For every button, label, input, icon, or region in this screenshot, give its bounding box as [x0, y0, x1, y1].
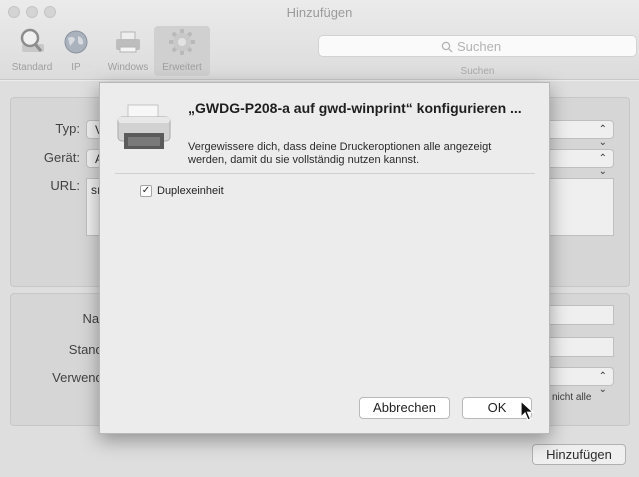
gear-icon — [169, 29, 195, 55]
duplex-checkbox[interactable]: ✓ — [140, 185, 152, 197]
search-caption: Suchen — [460, 66, 495, 77]
toolbar-item-label: IP — [71, 62, 81, 73]
cancel-button[interactable]: Abbrechen — [359, 397, 450, 419]
mouse-pointer-icon — [520, 400, 534, 421]
add-printer-window: Hinzufügen Standard IP Windows Erweitert… — [0, 0, 639, 477]
toolbar-item-windows[interactable]: Windows — [100, 26, 156, 76]
search-field[interactable]: Suchen — [318, 35, 637, 57]
toolbar-item-ip[interactable]: IP — [48, 26, 104, 76]
duplex-label: Duplexeinheit — [157, 185, 224, 197]
search-icon — [441, 41, 453, 53]
sheet-title: „GWDG-P208-a auf gwd-winprint“ konfiguri… — [188, 100, 522, 116]
toolbar: Hinzufügen Standard IP Windows Erweitert… — [0, 0, 639, 80]
search-placeholder: Suchen — [457, 39, 502, 54]
window-title: Hinzufügen — [286, 5, 353, 20]
magnifier-icon — [20, 28, 44, 52]
globe-icon — [64, 30, 88, 54]
configure-printer-sheet: „GWDG-P208-a auf gwd-winprint“ konfiguri… — [99, 82, 550, 434]
printer-icon — [117, 104, 171, 149]
toolbar-item-label: Erweitert — [162, 62, 202, 73]
windows-printer-icon — [116, 31, 140, 53]
separator — [115, 173, 535, 174]
toolbar-item-erweitert[interactable]: Erweitert — [154, 26, 210, 76]
toolbar-item-label: Windows — [107, 62, 149, 73]
sheet-description: Vergewissere dich, dass deine Druckeropt… — [188, 141, 492, 166]
